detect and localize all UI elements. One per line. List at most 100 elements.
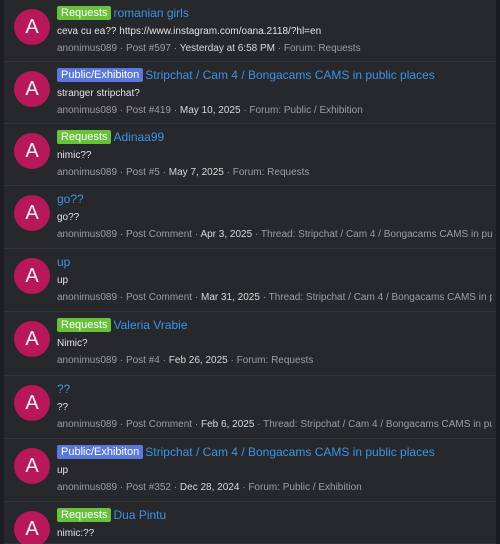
prefix-badge[interactable]: Requests bbox=[57, 508, 112, 522]
author-link[interactable]: anonimus089 bbox=[57, 229, 117, 240]
location-link[interactable]: Forum: Public / Exhibition bbox=[249, 105, 362, 116]
result-meta: anonimus089 · Post #5 · May 7, 2025 · Fo… bbox=[57, 166, 492, 180]
result-title-line: Requests romanian girls bbox=[57, 5, 492, 21]
post-date: Apr 3, 2025 bbox=[200, 229, 253, 240]
author-link[interactable]: anonimus089 bbox=[57, 355, 117, 366]
prefix-badge[interactable]: Requests bbox=[57, 6, 112, 20]
result-content: Requests romanian girls ceva cu ea?? https… bbox=[57, 5, 492, 56]
author-link[interactable]: anonimus089 bbox=[57, 482, 117, 493]
result-snippet: stranger stripchat? bbox=[57, 88, 140, 99]
meta-separator: · bbox=[119, 167, 124, 178]
result-title-line: go?? bbox=[57, 191, 492, 207]
location-link[interactable]: Forum: Requests bbox=[237, 355, 314, 366]
meta-separator: · bbox=[119, 292, 124, 303]
meta-separator: · bbox=[162, 167, 166, 178]
result-title-link[interactable]: romanian girls bbox=[113, 6, 188, 20]
location-link[interactable]: Thread: Stripchat / Cam 4 / Bongacams CA… bbox=[263, 419, 492, 430]
result-title-line: Public/Exhibiton Stripchat / Cam 4 / Bong… bbox=[57, 444, 492, 460]
meta-separator: · bbox=[262, 292, 267, 303]
post-date: Mar 31, 2025 bbox=[201, 292, 260, 303]
location-link[interactable]: Forum: Requests bbox=[284, 43, 361, 54]
result-title-line: up bbox=[57, 254, 492, 270]
location-link[interactable]: Thread: Stripchat / Cam 4 / Bongacams CA… bbox=[269, 292, 492, 303]
result-snippet: nimic?? bbox=[57, 150, 92, 161]
result-meta: anonimus089 · Post Comment · Feb 6, 2025… bbox=[57, 418, 492, 432]
author-link[interactable]: anonimus089 bbox=[57, 105, 117, 116]
meta-separator: · bbox=[226, 167, 230, 178]
meta-separator: · bbox=[173, 105, 178, 116]
post-date: Yesterday at 6:58 PM bbox=[179, 43, 275, 54]
search-result-item: Ago?? go?? anonimus089 · Post Comment · Ap… bbox=[4, 186, 496, 249]
result-title-link[interactable]: up bbox=[57, 255, 70, 269]
meta-separator: · bbox=[162, 355, 166, 366]
result-meta: anonimus089 · Post Comment · Mar 31, 202… bbox=[57, 291, 492, 305]
avatar[interactable]: A bbox=[14, 258, 50, 294]
search-result-item: A Public/Exhibiton Stripchat / Cam 4 / Bon… bbox=[4, 62, 496, 124]
result-content: go?? go?? anonimus089 · Post Comment · Apr… bbox=[57, 191, 492, 242]
result-title-line: Requests Dua Pintu bbox=[57, 507, 492, 523]
result-meta: anonimus089 · Post #597 · Yesterday at 6… bbox=[57, 42, 492, 56]
result-title-link[interactable]: Stripchat / Cam 4 / Bongacams CAMS in pu… bbox=[145, 68, 434, 82]
result-snippet: nimic:?? bbox=[57, 528, 95, 539]
result-title-line: ?? bbox=[57, 381, 492, 397]
result-content: up up anonimus089 · Post Comment · Mar 31,… bbox=[57, 254, 492, 305]
search-result-item: A Public/Exhibiton Stripchat / Cam 4 / Bon… bbox=[4, 439, 496, 502]
post-date: Feb 6, 2025 bbox=[201, 419, 255, 430]
meta-separator: · bbox=[257, 419, 261, 430]
avatar[interactable]: A bbox=[14, 511, 50, 544]
meta-separator: · bbox=[173, 43, 178, 54]
result-content: Public/Exhibiton Stripchat / Cam 4 / Bong… bbox=[57, 67, 492, 118]
meta-separator: · bbox=[119, 229, 124, 240]
result-title-link[interactable]: go?? bbox=[57, 192, 84, 206]
result-title-link[interactable]: Valeria Vrabie bbox=[113, 318, 187, 332]
location-link[interactable]: Forum: Requests bbox=[233, 167, 310, 178]
author-link[interactable]: anonimus089 bbox=[57, 419, 117, 430]
avatar[interactable]: A bbox=[14, 321, 50, 357]
meta-separator: · bbox=[242, 482, 246, 493]
location-link[interactable]: Thread: Stripchat / Cam 4 / Bongacams CA… bbox=[261, 229, 492, 240]
post-info: Post #4 bbox=[125, 355, 160, 366]
avatar[interactable]: A bbox=[14, 133, 50, 169]
prefix-badge[interactable]: Requests bbox=[57, 130, 112, 144]
author-link[interactable]: anonimus089 bbox=[57, 292, 117, 303]
meta-separator: · bbox=[194, 292, 199, 303]
prefix-badge[interactable]: Public/Exhibiton bbox=[57, 445, 144, 459]
avatar[interactable]: A bbox=[14, 448, 50, 484]
result-content: Public/Exhibiton Stripchat / Cam 4 / Bong… bbox=[57, 444, 492, 495]
post-info: Post Comment bbox=[125, 229, 193, 240]
location-link[interactable]: Forum: Public / Exhibition bbox=[248, 482, 361, 493]
meta-separator: · bbox=[119, 43, 124, 54]
avatar[interactable]: A bbox=[14, 71, 50, 107]
result-content: ???? anonimus089 · Post Comment · Feb 6, … bbox=[57, 381, 492, 432]
result-title-link[interactable]: Dua Pintu bbox=[113, 508, 166, 522]
prefix-badge[interactable]: Public/Exhibiton bbox=[57, 68, 144, 82]
result-title-link[interactable]: Stripchat / Cam 4 / Bongacams CAMS in pu… bbox=[145, 445, 434, 459]
author-link[interactable]: anonimus089 bbox=[57, 43, 117, 54]
prefix-badge[interactable]: Requests bbox=[57, 318, 112, 332]
search-result-item: Aup up anonimus089 · Post Comment · Mar 31… bbox=[4, 249, 496, 312]
post-info: Post Comment bbox=[125, 292, 193, 303]
result-title-line: Requests Adinaa99 bbox=[57, 129, 492, 145]
result-title-link[interactable]: ?? bbox=[57, 382, 70, 396]
post-info: Post #5 bbox=[125, 167, 160, 178]
author-link[interactable]: anonimus089 bbox=[57, 167, 117, 178]
post-info: Post #597 bbox=[125, 43, 171, 54]
avatar[interactable]: A bbox=[14, 195, 50, 231]
avatar[interactable]: A bbox=[14, 385, 50, 421]
avatar[interactable]: A bbox=[14, 9, 50, 45]
post-info: Post Comment bbox=[125, 419, 193, 430]
post-info: Post #352 bbox=[125, 482, 171, 493]
result-title-link[interactable]: Adinaa99 bbox=[113, 130, 164, 144]
result-title-line: Requests Valeria Vrabie bbox=[57, 317, 492, 333]
scrollbar[interactable] bbox=[496, 0, 500, 544]
result-content: Requests Adinaa99 nimic?? anonimus089 · Pos… bbox=[57, 129, 492, 180]
search-result-item: A???? anonimus089 · Post Comment · Feb 6,… bbox=[4, 376, 496, 439]
post-date: Dec 28, 2024 bbox=[179, 482, 240, 493]
search-result-item: A Requests Dua Pintu nimic:?? bbox=[4, 502, 496, 544]
meta-separator: · bbox=[119, 105, 124, 116]
result-meta: anonimus089 · Post #352 · Dec 28, 2024 ·… bbox=[57, 481, 492, 495]
meta-separator: · bbox=[277, 43, 282, 54]
result-snippet: Nimic? bbox=[57, 338, 88, 349]
result-content: Requests Valeria Vrabie Nimic? anonimus089 … bbox=[57, 317, 492, 368]
result-content: Requests Dua Pintu nimic:?? bbox=[57, 507, 492, 541]
